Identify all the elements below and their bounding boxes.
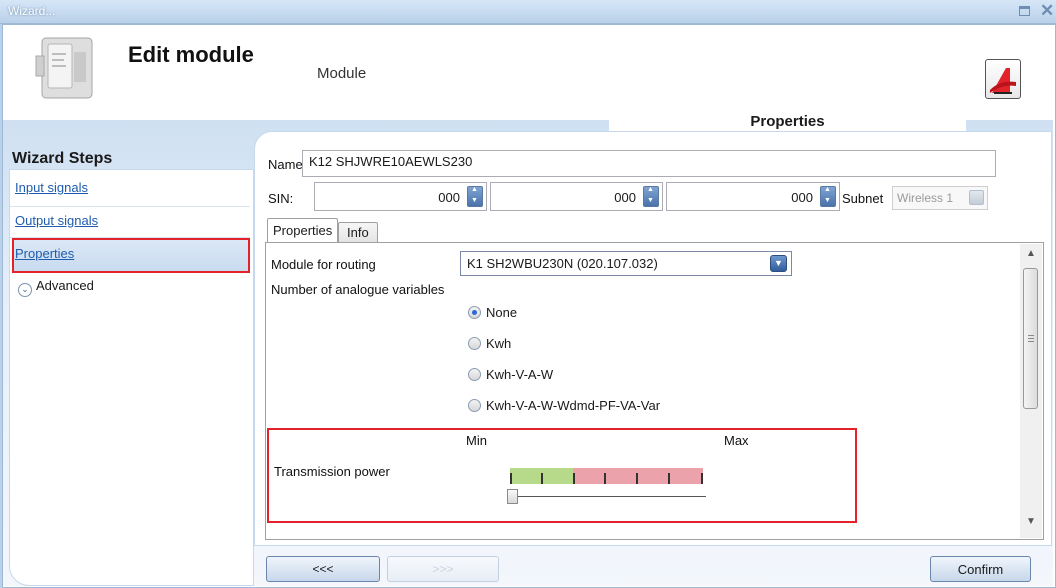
sin-label: SIN: xyxy=(268,191,294,206)
scale-tick xyxy=(573,473,575,484)
radio-label: Kwh-V-A-W-Wdmd-PF-VA-Var xyxy=(486,398,661,413)
sin-field-1[interactable]: 000 xyxy=(314,182,487,211)
close-icon[interactable]: ✕ xyxy=(1040,1,1054,21)
brand-logo-icon xyxy=(990,68,1016,94)
sin-field-3[interactable]: 000 xyxy=(666,182,840,211)
subnet-value: Wireless 1 xyxy=(897,191,954,205)
page-subtitle: Module xyxy=(317,65,367,82)
scale-tick xyxy=(541,473,543,484)
sidebar-item-output-signals[interactable]: Output signals xyxy=(15,213,98,228)
routing-label: Module for routing xyxy=(271,257,376,272)
scale-tick xyxy=(510,473,512,484)
scroll-down-icon[interactable]: ▼ xyxy=(1026,516,1036,527)
sidebar-item-properties[interactable]: Properties xyxy=(15,246,74,261)
previous-button[interactable]: <<< xyxy=(266,556,380,582)
sin-value-1: 000 xyxy=(438,190,460,205)
grip-icon xyxy=(1028,335,1034,342)
radio-label: Kwh xyxy=(486,336,512,351)
brand-logo-button[interactable] xyxy=(985,59,1021,99)
sin-3-spinner-icon[interactable] xyxy=(820,186,836,207)
radio-label: Kwh-V-A-W xyxy=(486,367,554,382)
scale-tick xyxy=(636,473,638,484)
divider xyxy=(10,206,250,207)
power-slider-track[interactable] xyxy=(509,496,706,497)
max-label: Max xyxy=(724,433,749,448)
sin-field-2[interactable]: 000 xyxy=(490,182,663,211)
title-bar: Wizard... ✕ xyxy=(0,0,1056,24)
scale-tick xyxy=(604,473,606,484)
analogue-label: Number of analogue variables xyxy=(271,282,445,297)
chevron-down-icon: ⌄ xyxy=(18,283,32,297)
radio-icon xyxy=(468,337,481,350)
radio-kwh[interactable]: Kwh xyxy=(468,336,511,351)
name-label: Name xyxy=(268,157,303,172)
transmission-power-label: Transmission power xyxy=(274,464,390,479)
scale-tick xyxy=(668,473,670,484)
advanced-expander[interactable]: ⌄ Advanced xyxy=(18,278,94,297)
maximize-icon[interactable] xyxy=(1019,6,1030,16)
sidebar-item-input-signals[interactable]: Input signals xyxy=(15,180,88,195)
sin-1-spinner-icon[interactable] xyxy=(467,186,483,207)
radio-kwh-v-a-w[interactable]: Kwh-V-A-W xyxy=(468,367,553,382)
radio-selected-icon xyxy=(468,306,481,319)
tab-info[interactable]: Info xyxy=(338,222,378,242)
chevron-down-icon xyxy=(770,255,787,272)
properties-scrollbar[interactable]: ▲ ▼ xyxy=(1020,244,1042,538)
window-title: Wizard... xyxy=(8,4,56,18)
sin-2-spinner-icon[interactable] xyxy=(643,186,659,207)
section-tab-properties: Properties xyxy=(609,109,966,131)
min-label: Min xyxy=(466,433,487,448)
radio-none[interactable]: None xyxy=(468,305,517,320)
advanced-label: Advanced xyxy=(36,278,94,293)
wizard-steps-panel xyxy=(9,169,254,586)
subnet-select[interactable]: Wireless 1 xyxy=(892,186,988,210)
next-button[interactable]: >>> xyxy=(387,556,499,582)
power-scale-high xyxy=(573,468,703,484)
name-input[interactable]: K12 SHJWRE10AEWLS230 xyxy=(302,150,996,177)
tab-properties[interactable]: Properties xyxy=(267,218,339,242)
confirm-button[interactable]: Confirm xyxy=(930,556,1031,582)
wizard-steps-title: Wizard Steps xyxy=(12,150,113,167)
radio-icon xyxy=(468,399,481,412)
sin-value-3: 000 xyxy=(791,190,813,205)
routing-select[interactable]: K1 SH2WBU230N (020.107.032) xyxy=(460,251,792,276)
module-device-icon xyxy=(35,37,93,99)
scale-tick xyxy=(701,473,703,484)
scroll-thumb[interactable] xyxy=(1023,268,1038,409)
radio-label: None xyxy=(486,305,518,320)
sin-value-2: 000 xyxy=(614,190,636,205)
scroll-up-icon[interactable]: ▲ xyxy=(1026,248,1036,259)
page-title: Edit module xyxy=(128,42,254,67)
chevron-down-icon xyxy=(969,190,984,205)
subnet-label: Subnet xyxy=(842,191,884,206)
routing-value: K1 SH2WBU230N (020.107.032) xyxy=(467,256,658,271)
radio-kwh-full[interactable]: Kwh-V-A-W-Wdmd-PF-VA-Var xyxy=(468,398,660,413)
power-slider-thumb[interactable] xyxy=(507,489,518,504)
radio-icon xyxy=(468,368,481,381)
